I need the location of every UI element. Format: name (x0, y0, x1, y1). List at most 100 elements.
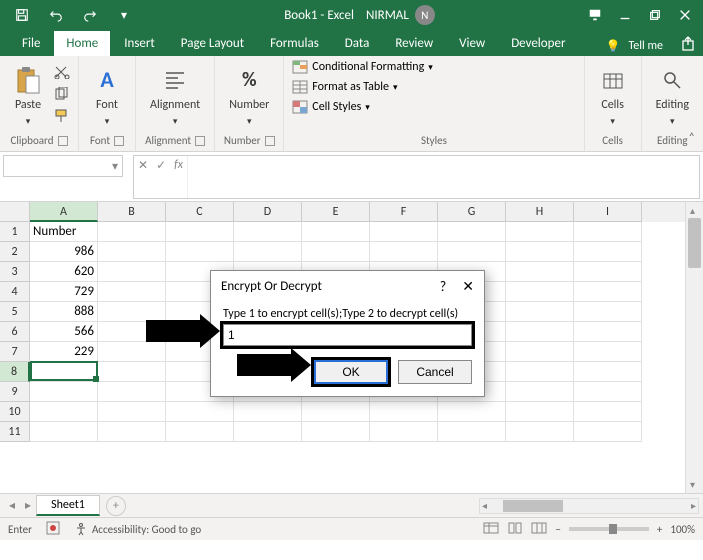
cell[interactable] (98, 282, 166, 302)
cell[interactable] (438, 222, 506, 242)
sheet-nav-next-icon[interactable]: ▸ (20, 498, 36, 513)
cell[interactable]: 229 (30, 342, 98, 362)
format-painter-icon[interactable] (54, 109, 70, 127)
alignment-launcher-icon[interactable] (195, 136, 205, 146)
cell[interactable] (506, 382, 574, 402)
row-header[interactable]: 7 (0, 342, 30, 362)
cell[interactable] (506, 362, 574, 382)
tab-developer[interactable]: Developer (499, 31, 577, 56)
tab-home[interactable]: Home (54, 31, 110, 56)
cell[interactable] (234, 222, 302, 242)
cell[interactable] (438, 402, 506, 422)
cell[interactable] (506, 242, 574, 262)
qat-customize-icon[interactable]: ▾ (110, 1, 138, 29)
cell[interactable] (166, 242, 234, 262)
cancel-button[interactable]: Cancel (398, 360, 472, 384)
clipboard-launcher-icon[interactable] (58, 136, 68, 146)
vertical-scrollbar[interactable]: ▴▾ (685, 202, 703, 493)
cut-icon[interactable] (54, 65, 70, 83)
tab-page-layout[interactable]: Page Layout (169, 31, 256, 56)
redo-icon[interactable] (76, 1, 104, 29)
number-launcher-icon[interactable] (265, 136, 275, 146)
cell[interactable] (98, 402, 166, 422)
cell[interactable] (30, 382, 98, 402)
cell[interactable] (30, 402, 98, 422)
column-header[interactable]: H (506, 202, 574, 222)
fx-icon[interactable]: fx (174, 158, 183, 172)
conditional-formatting-button[interactable]: Conditional Formatting▾ (292, 60, 432, 74)
cell[interactable]: 986 (30, 242, 98, 262)
cell[interactable] (506, 422, 574, 442)
enter-formula-icon[interactable]: ✓ (156, 158, 166, 173)
horizontal-scrollbar[interactable]: ◂▸ (479, 498, 699, 514)
column-header[interactable]: I (574, 202, 642, 222)
cell[interactable] (574, 402, 642, 422)
cell[interactable] (574, 342, 642, 362)
cell[interactable] (98, 342, 166, 362)
cell[interactable] (166, 222, 234, 242)
cell-styles-button[interactable]: Cell Styles▾ (292, 100, 370, 114)
number-button[interactable]: %Number▾ (223, 64, 275, 129)
cell[interactable] (234, 402, 302, 422)
paste-button[interactable]: Paste ▾ (8, 64, 48, 129)
cell[interactable] (370, 242, 438, 262)
scroll-thumb[interactable] (688, 218, 701, 268)
cell[interactable]: 888 (30, 302, 98, 322)
row-header[interactable]: 5 (0, 302, 30, 322)
cell[interactable] (506, 402, 574, 422)
add-sheet-icon[interactable]: + (106, 496, 126, 516)
cell[interactable] (506, 262, 574, 282)
cell[interactable] (438, 242, 506, 262)
row-header[interactable]: 2 (0, 242, 30, 262)
font-button[interactable]: AFont▾ (87, 64, 127, 129)
dialog-close-icon[interactable]: ✕ (462, 278, 474, 295)
cell[interactable] (370, 222, 438, 242)
cell[interactable] (166, 402, 234, 422)
tab-formulas[interactable]: Formulas (258, 31, 331, 56)
cell[interactable] (506, 342, 574, 362)
cell[interactable] (98, 222, 166, 242)
cell[interactable] (370, 402, 438, 422)
cell[interactable] (574, 302, 642, 322)
sheet-nav-prev-icon[interactable]: ◂ (4, 498, 20, 513)
name-box[interactable]: ▾ (3, 155, 123, 177)
restore-icon[interactable] (641, 1, 669, 29)
cells-button[interactable]: Cells▾ (593, 64, 633, 129)
zoom-slider[interactable] (569, 527, 649, 531)
cell[interactable] (98, 422, 166, 442)
user-avatar[interactable]: N (415, 5, 435, 25)
cell[interactable] (574, 362, 642, 382)
cell[interactable] (438, 422, 506, 442)
tab-review[interactable]: Review (383, 31, 445, 56)
dialog-titlebar[interactable]: Encrypt Or Decrypt ? ✕ (211, 271, 484, 301)
row-header[interactable]: 11 (0, 422, 30, 442)
copy-icon[interactable] (54, 87, 70, 105)
cell[interactable] (30, 362, 98, 382)
cell[interactable] (574, 262, 642, 282)
cell[interactable] (234, 422, 302, 442)
row-header[interactable]: 8 (0, 362, 30, 382)
view-page-layout-icon[interactable] (507, 522, 523, 537)
row-header[interactable]: 1 (0, 222, 30, 242)
zoom-in-icon[interactable]: + (657, 523, 662, 536)
dialog-help-icon[interactable]: ? (440, 278, 447, 295)
editing-button[interactable]: Editing▾ (650, 64, 695, 129)
cell[interactable] (574, 222, 642, 242)
tab-insert[interactable]: Insert (112, 31, 167, 56)
cell[interactable] (98, 242, 166, 262)
undo-icon[interactable] (42, 1, 70, 29)
cell[interactable] (574, 382, 642, 402)
cell[interactable] (574, 322, 642, 342)
view-page-break-icon[interactable] (531, 522, 547, 537)
cell[interactable] (98, 362, 166, 382)
close-window-icon[interactable] (671, 1, 699, 29)
cell[interactable] (302, 242, 370, 262)
format-as-table-button[interactable]: Format as Table▾ (292, 80, 397, 94)
alignment-button[interactable]: Alignment▾ (144, 64, 206, 129)
share-icon[interactable] (681, 36, 697, 56)
cell[interactable]: 729 (30, 282, 98, 302)
column-header[interactable]: E (302, 202, 370, 222)
view-normal-icon[interactable] (483, 522, 499, 537)
accessibility-status[interactable]: Accessibility: Good to go (74, 522, 201, 536)
cell[interactable] (574, 422, 642, 442)
